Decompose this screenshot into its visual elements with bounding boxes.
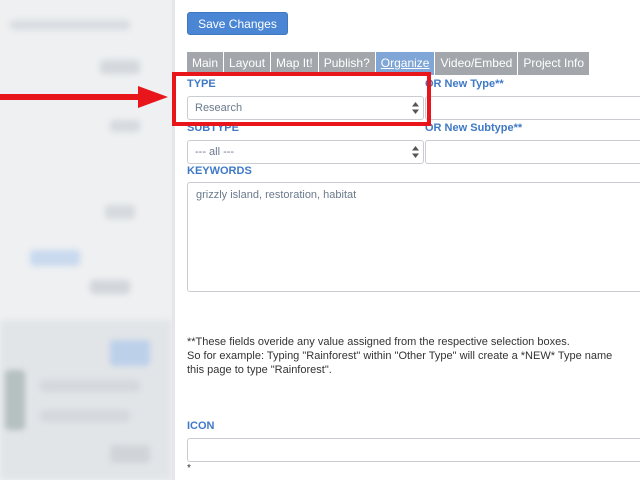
note-line: **These fields overide any value assigne… [187, 336, 570, 348]
keywords-textarea[interactable]: grizzly island, restoration, habitat [187, 182, 640, 292]
override-note: **These fields overide any value assigne… [187, 335, 612, 377]
subtype-select-value: --- all --- [195, 146, 235, 158]
new-subtype-label: OR New Subtype** [425, 122, 523, 134]
keywords-label: KEYWORDS [187, 165, 252, 177]
select-arrows-icon [412, 146, 419, 158]
annotation-highlight-box [172, 72, 431, 126]
note-line: So for example: Typing "Rainforest" with… [187, 350, 613, 362]
icon-input[interactable] [187, 438, 640, 462]
tab-video-embed[interactable]: Video/Embed [435, 52, 518, 75]
tab-project-info[interactable]: Project Info [518, 52, 590, 75]
blurred-sidebar [0, 0, 172, 480]
icon-label: ICON [187, 420, 215, 432]
note-line: this page to type "Rainforest". [187, 364, 332, 376]
new-type-label: OR New Type** [425, 78, 504, 90]
annotation-arrow-icon [0, 86, 168, 108]
new-subtype-input[interactable] [425, 140, 640, 164]
required-asterisk: * [187, 463, 191, 474]
save-changes-button[interactable]: Save Changes [187, 12, 288, 35]
new-type-input[interactable] [425, 96, 640, 120]
subtype-select[interactable]: --- all --- [187, 140, 424, 164]
